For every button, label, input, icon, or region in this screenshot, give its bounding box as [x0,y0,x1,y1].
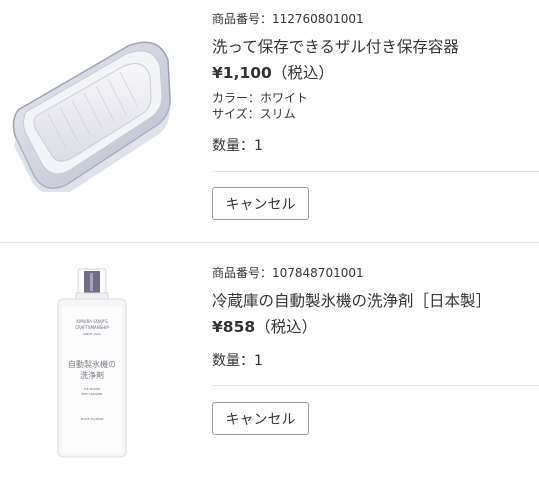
product-number: 商品番号：107848701001 [212,266,364,280]
order-item: KIMURA SOAP'S CRAFTSMANSHIP SINCE 1924 自… [0,243,539,490]
price-row: ¥858（税込） [212,316,539,338]
quantity: 数量：1 [212,138,263,154]
size-attribute: サイズ：スリム [212,107,296,121]
item-details: 商品番号：107848701001 冷蔵庫の自動製氷機の洗浄剤［日本製］ ¥85… [212,264,539,435]
color-attribute: カラー：ホワイト [212,91,309,105]
divider [212,385,539,386]
bottle-title-line: 洗浄剤 [80,371,104,380]
tax-note: （税込） [255,318,318,336]
colander-container-illustration [12,41,171,196]
product-number: 商品番号：112760801001 [212,12,364,26]
quantity: 数量：1 [212,353,263,369]
divider [212,171,539,172]
cancel-button[interactable]: キャンセル [212,187,309,220]
item-details: 商品番号：112760801001 洗って保存できるザル付き保存容器 ¥1,10… [212,10,539,220]
product-image-ice-maker-cleaner[interactable]: KIMURA SOAP'S CRAFTSMANSHIP SINCE 1924 自… [56,267,128,459]
price: ¥858 [212,318,256,336]
bottle-label: KIMURA SOAP'S CRAFTSMANSHIP SINCE 1924 自… [62,319,122,422]
bottle-footer: MADE IN JAPAN [80,417,104,421]
tax-note: （税込） [271,64,334,82]
price-row: ¥1,100（税込） [212,62,539,84]
product-name[interactable]: 冷蔵庫の自動製氷機の洗浄剤［日本製］ [212,289,539,313]
order-item: 商品番号：112760801001 洗って保存できるザル付き保存容器 ¥1,10… [0,0,539,242]
cancel-button[interactable]: キャンセル [212,402,309,435]
price: ¥1,100 [212,64,272,82]
bottle-title-line: 自動製氷機の [68,360,116,369]
product-image-colander-container[interactable] [8,38,176,196]
product-name[interactable]: 洗って保存できるザル付き保存容器 [212,35,539,59]
product-attributes: カラー：ホワイト サイズ：スリム [212,90,539,122]
